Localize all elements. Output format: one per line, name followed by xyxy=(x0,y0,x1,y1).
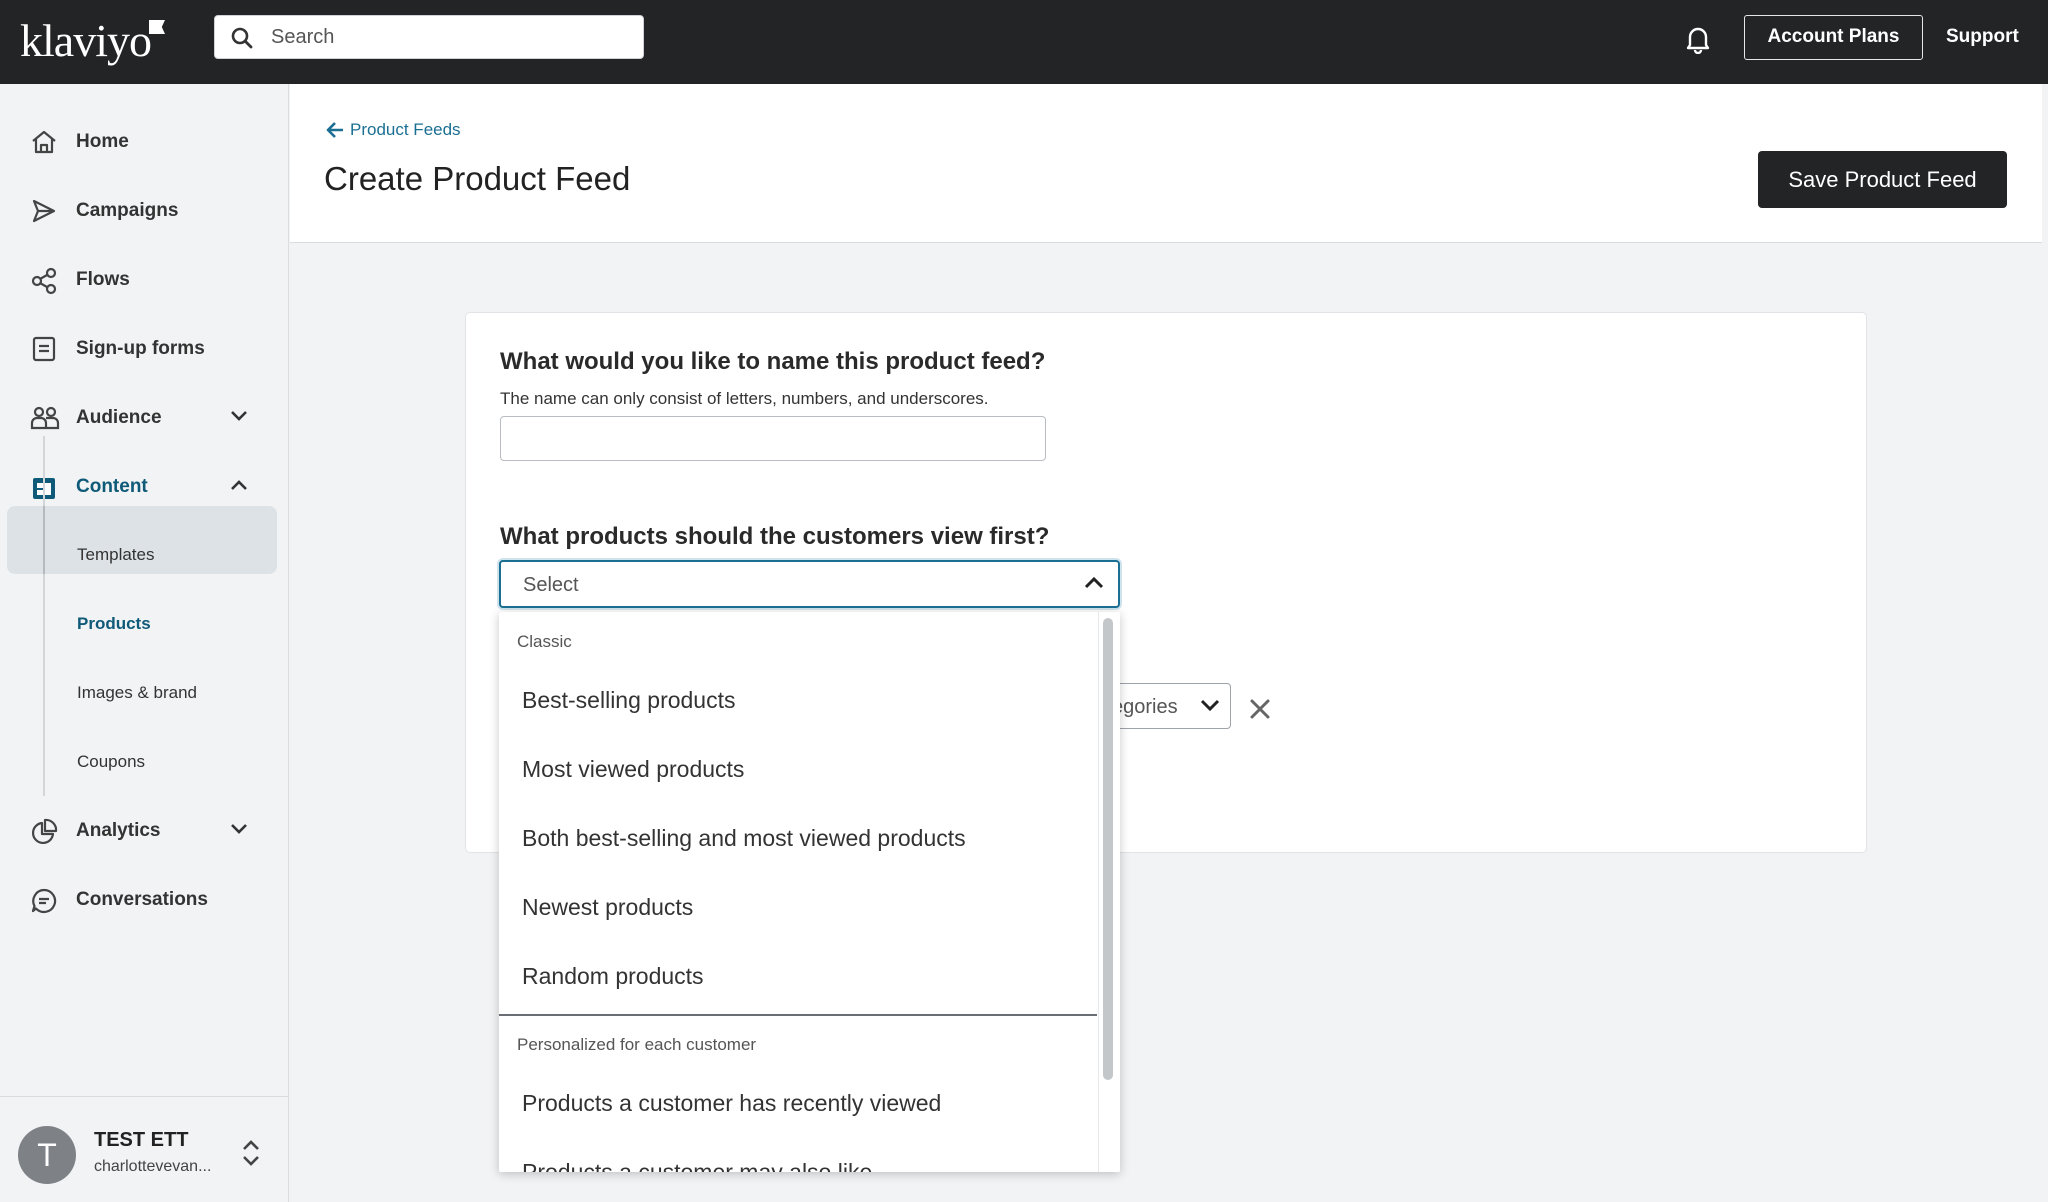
sidebar-item-content[interactable]: Content xyxy=(30,467,260,507)
avatar[interactable]: T xyxy=(18,1126,76,1184)
logo-text: klaviyo xyxy=(20,15,152,66)
dropdown-option[interactable]: Best-selling products xyxy=(522,687,736,714)
sidebar-item-label: Analytics xyxy=(76,820,161,841)
search-icon xyxy=(231,27,253,49)
sidebar-item-conversations[interactable]: Conversations xyxy=(30,880,260,920)
chevron-up-icon xyxy=(1084,576,1104,589)
support-link[interactable]: Support xyxy=(1946,26,2019,48)
chart-pie-icon xyxy=(31,818,58,845)
sidebar-subitem-templates[interactable]: Templates xyxy=(77,545,154,565)
sidebar-item-home[interactable]: Home xyxy=(30,122,260,162)
arrow-left-icon xyxy=(326,122,343,138)
products-select-value: Select xyxy=(523,574,579,596)
dropdown-option[interactable]: Products a customer has recently viewed xyxy=(522,1090,941,1117)
sidebar-item-audience[interactable]: Audience xyxy=(30,398,260,438)
sidebar-item-analytics[interactable]: Analytics xyxy=(30,811,260,851)
category-select-value: egories xyxy=(1112,696,1178,718)
top-bar: klaviyo Account Plans Support xyxy=(0,0,2048,84)
chevron-down-icon xyxy=(1200,699,1220,712)
sidebar-item-label: Audience xyxy=(76,407,162,428)
account-plans-button[interactable]: Account Plans xyxy=(1744,15,1923,60)
dropdown-option[interactable]: Both best-selling and most viewed produc… xyxy=(522,825,966,852)
sidebar-item-label: Sign-up forms xyxy=(76,338,205,359)
flows-icon xyxy=(31,267,57,295)
sidebar-item-campaigns[interactable]: Campaigns xyxy=(30,191,260,231)
dropdown-scrollbar-thumb[interactable] xyxy=(1103,618,1113,1080)
chevron-up-down-icon[interactable] xyxy=(240,1138,262,1168)
page-title: Create Product Feed xyxy=(324,160,631,197)
klaviyo-logo[interactable]: klaviyo xyxy=(20,14,165,67)
user-divider xyxy=(0,1096,289,1097)
sidebar-subitem-images-brand[interactable]: Images & brand xyxy=(77,683,197,703)
logo-flag-icon xyxy=(148,20,165,34)
form-icon xyxy=(32,336,56,362)
chevron-up-icon xyxy=(231,480,247,490)
dropdown-option[interactable]: Most viewed products xyxy=(522,756,744,783)
products-select[interactable]: Select xyxy=(499,560,1120,608)
save-product-feed-button[interactable]: Save Product Feed xyxy=(1758,151,2007,208)
sidebar-item-label: Content xyxy=(76,476,148,497)
sidebar-item-label: Conversations xyxy=(76,889,208,910)
back-link-label: Product Feeds xyxy=(350,120,461,139)
send-icon xyxy=(32,199,56,223)
sidebar-item-label: Flows xyxy=(76,269,130,290)
chevron-down-icon xyxy=(231,824,247,834)
close-icon[interactable] xyxy=(1249,698,1271,720)
feed-name-input[interactable] xyxy=(500,416,1046,461)
sidebar-subitem-products[interactable]: Products xyxy=(77,614,151,634)
sidebar-item-label: Home xyxy=(76,131,129,152)
dropdown-divider xyxy=(499,1014,1097,1016)
submenu-active-line xyxy=(43,506,45,574)
dropdown-option[interactable]: Products a customer may also like xyxy=(522,1159,872,1172)
submenu-line xyxy=(43,436,45,796)
sidebar-item-label: Campaigns xyxy=(76,200,179,221)
chat-icon xyxy=(31,888,57,914)
home-icon xyxy=(32,130,56,154)
products-dropdown-menu: Classic Best-selling products Most viewe… xyxy=(499,612,1120,1172)
sidebar-item-signup-forms[interactable]: Sign-up forms xyxy=(30,329,260,369)
chevron-down-icon xyxy=(231,411,247,421)
dropdown-option[interactable]: Random products xyxy=(522,963,704,990)
dropdown-group-label: Classic xyxy=(517,632,572,651)
users-icon xyxy=(30,406,60,430)
products-question: What products should the customers view … xyxy=(500,523,1050,550)
dropdown-group-label: Personalized for each customer xyxy=(517,1035,757,1054)
name-hint: The name can only consist of letters, nu… xyxy=(500,389,989,408)
sidebar-subitem-coupons[interactable]: Coupons xyxy=(77,752,145,772)
user-name: TEST ETT xyxy=(94,1129,189,1151)
name-question: What would you like to name this product… xyxy=(500,348,1046,375)
back-link[interactable]: Product Feeds xyxy=(326,120,461,140)
dropdown-option[interactable]: Newest products xyxy=(522,894,693,921)
search-box[interactable] xyxy=(214,15,644,59)
sidebar-item-flows[interactable]: Flows xyxy=(30,260,260,300)
user-email: charlottevevan... xyxy=(94,1158,212,1175)
search-input[interactable] xyxy=(271,22,631,52)
bell-icon[interactable] xyxy=(1684,24,1712,54)
